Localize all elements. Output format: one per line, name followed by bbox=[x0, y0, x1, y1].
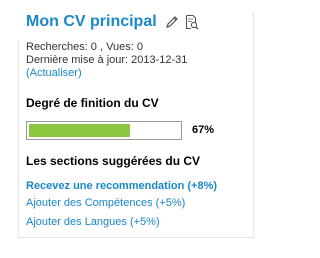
suggestion-recommendation-link[interactable]: Recevez une recommendation (+8%) bbox=[26, 180, 217, 192]
completion-progress-bar bbox=[26, 121, 182, 140]
searches-views-text: Recherches: 0 , Vues: 0 bbox=[26, 41, 143, 53]
panel-right-border bbox=[253, 12, 254, 237]
suggested-sections-heading: Les sections suggérées du CV bbox=[26, 154, 201, 168]
completion-heading: Degré de finition du CV bbox=[26, 96, 159, 110]
suggestion-languages-link[interactable]: Ajouter des Langues (+5%) bbox=[26, 216, 160, 228]
completion-percent: 67% bbox=[192, 124, 215, 136]
completion-progress-fill bbox=[29, 124, 130, 137]
panel-bottom-border bbox=[18, 237, 254, 238]
pencil-icon[interactable] bbox=[165, 14, 179, 30]
cv-title-row: Mon CV principal bbox=[26, 10, 199, 34]
refresh-link[interactable]: (Actualiser) bbox=[26, 67, 82, 80]
document-search-icon[interactable] bbox=[185, 14, 199, 30]
last-update-text: Dernière mise à jour: 2013-12-31 bbox=[26, 54, 188, 66]
cv-title-link[interactable]: Mon CV principal bbox=[26, 13, 157, 31]
panel-left-border bbox=[18, 40, 19, 237]
suggestion-skills-link[interactable]: Ajouter des Compétences (+5%) bbox=[26, 197, 185, 209]
cv-summary-panel: Mon CV principal Recherches: 0 , Vues: 0… bbox=[0, 0, 263, 258]
